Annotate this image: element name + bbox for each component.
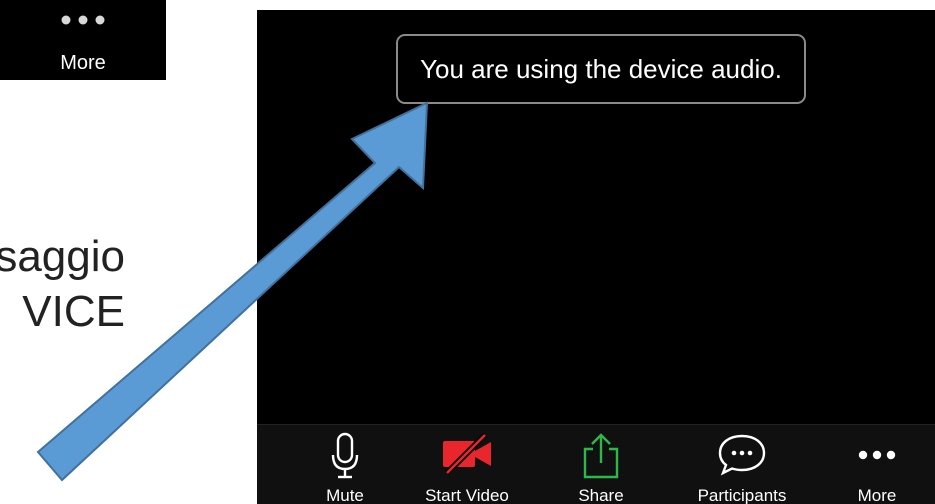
more-dots-icon [858,450,896,460]
start-video-button[interactable]: Start Video [397,425,537,504]
mute-button[interactable]: Mute [295,425,395,504]
share-icon [583,433,619,479]
more-button[interactable]: More [827,425,927,504]
microphone-icon [331,432,359,479]
participants-label: Participants [697,486,787,504]
chat-bubble-icon [718,434,766,476]
meeting-toolbar: Mute Start Video Share Participants More [257,424,935,504]
start-video-label: Start Video [425,486,509,504]
participants-button[interactable]: Participants [667,425,817,504]
share-label: Share [578,486,624,504]
slide: More saggio VICE You are using the devic… [0,0,935,504]
mute-label: Mute [326,486,364,504]
device-audio-toast: You are using the device audio. [396,34,806,104]
share-button[interactable]: Share [551,425,651,504]
more-button-crop[interactable]: More [0,0,166,80]
video-off-icon [443,432,491,476]
more-label: More [60,52,106,74]
meeting-screen: You are using the device audio. Mute Sta… [257,10,935,504]
slide-caption-line-2: VICE [22,287,125,336]
slide-caption-line-1: saggio [0,232,125,281]
more-label: More [857,486,897,504]
more-dots-icon [61,15,105,25]
